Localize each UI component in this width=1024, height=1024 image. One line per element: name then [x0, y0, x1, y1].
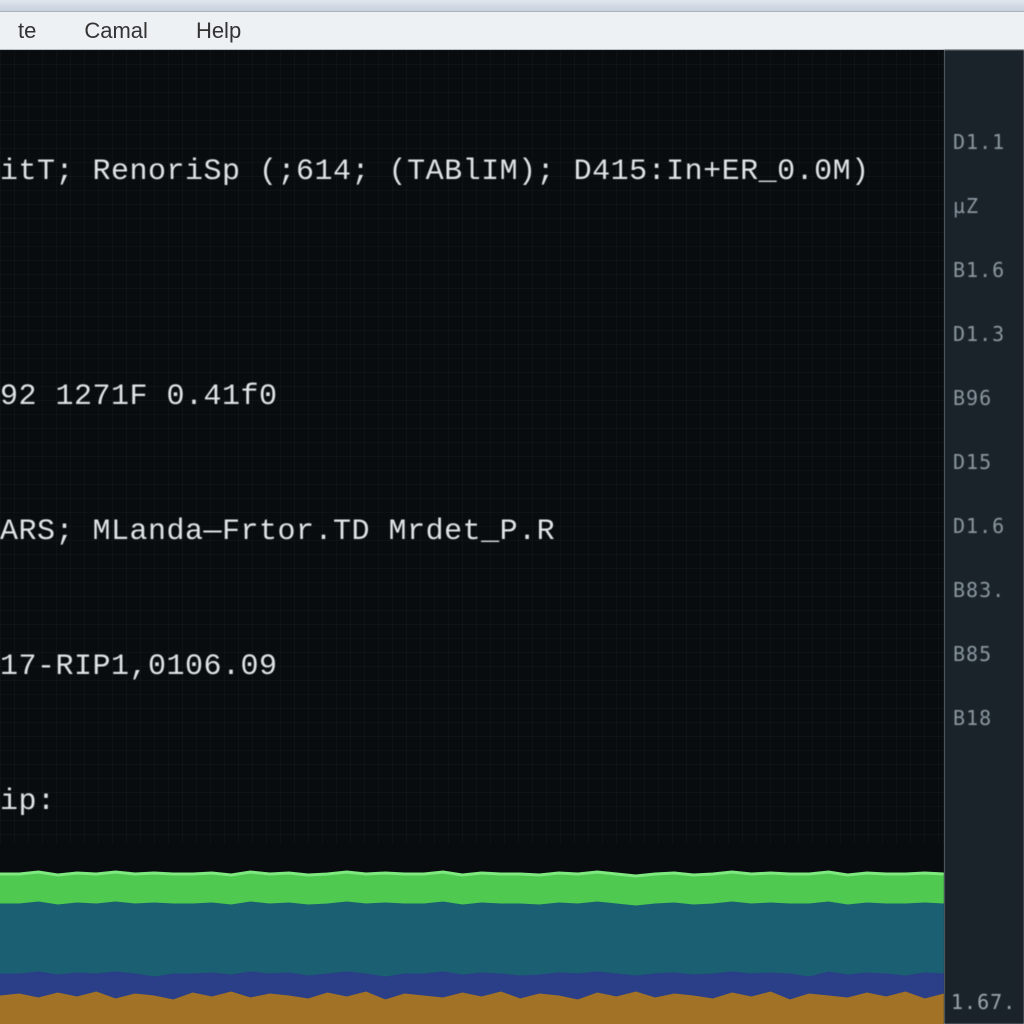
performance-chart	[0, 844, 944, 1024]
menubar: te Camal Help	[0, 12, 1024, 50]
scale-tick: D15	[945, 430, 1024, 494]
scale-tick: B96	[945, 366, 1024, 430]
scale-bottom-tick: 1.67.	[945, 990, 1024, 1024]
terminal-panel: itT; RenoriSp (;614; (TABlIM); D415:In+E…	[0, 50, 944, 1024]
terminal-line: ARS; MLanda—Frtor.TD Mrdet_P.R	[0, 510, 940, 555]
terminal-line: 92 1271F 0.41f0	[0, 375, 940, 420]
scale-tick: µZ	[945, 174, 1024, 238]
scale-tick: D1.6	[945, 494, 1024, 558]
terminal-line: 17-RIP1,0106.09	[0, 645, 940, 690]
scale-tick: B85	[945, 622, 1024, 686]
menu-item-camal[interactable]: Camal	[74, 14, 158, 48]
window-titlebar	[0, 0, 1024, 12]
terminal-line: ip:	[0, 780, 940, 825]
side-scale: D1.1 µZ B1.6 D1.3 B96 D15 D1.6 B83. B85 …	[944, 50, 1024, 1024]
chart-svg	[0, 844, 944, 1024]
terminal-output[interactable]: itT; RenoriSp (;614; (TABlIM); D415:In+E…	[0, 50, 944, 844]
scale-tick: B18	[945, 686, 1024, 750]
chart-series-orange-base	[0, 992, 944, 1024]
menu-item-help[interactable]: Help	[186, 14, 251, 48]
terminal-line: itT; RenoriSp (;614; (TABlIM); D415:In+E…	[0, 150, 940, 195]
workspace: itT; RenoriSp (;614; (TABlIM); D415:In+E…	[0, 50, 1024, 1024]
scale-tick: B1.6	[945, 238, 1024, 302]
scale-tick: D1.1	[945, 110, 1024, 174]
scale-tick: B83.	[945, 558, 1024, 622]
menu-item-te[interactable]: te	[8, 14, 46, 48]
scale-tick: D1.3	[945, 302, 1024, 366]
